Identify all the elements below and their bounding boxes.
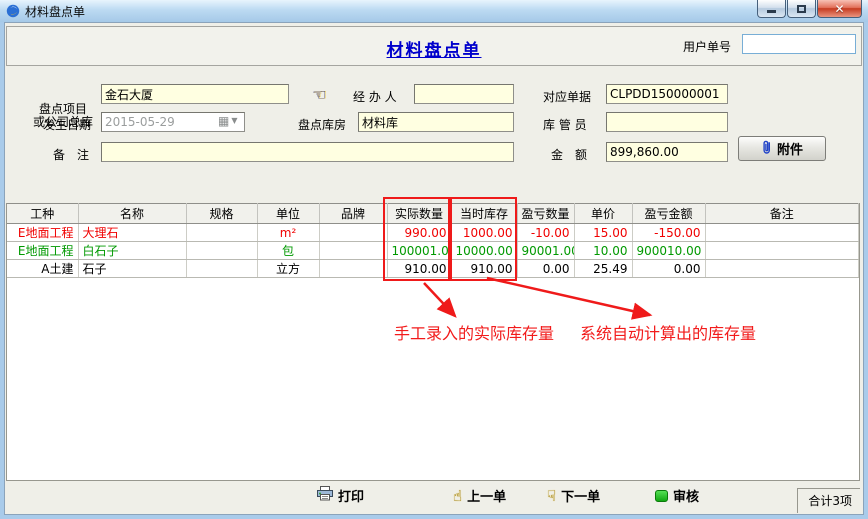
close-button[interactable]: ✕ [817, 0, 862, 18]
cell-spec[interactable] [186, 260, 257, 278]
cell-actual-qty[interactable]: 910.00 [387, 260, 451, 278]
warehouse-input[interactable] [358, 112, 514, 132]
table-header-row: 工种 名称 规格 单位 品牌 实际数量 当时库存 盈亏数量 单价 盈亏金额 备注 [7, 204, 859, 224]
cell-price[interactable]: 25.49 [574, 260, 632, 278]
col-header[interactable]: 规格 [186, 204, 257, 224]
cell-diff-amount[interactable]: 0.00 [632, 260, 705, 278]
col-header[interactable]: 单位 [257, 204, 319, 224]
calendar-icon: ▦ [218, 115, 229, 127]
cell-remark[interactable] [705, 242, 859, 260]
minimize-icon [767, 10, 776, 13]
col-header[interactable]: 名称 [78, 204, 186, 224]
cell-remark[interactable] [705, 224, 859, 242]
operator-input[interactable] [414, 84, 514, 104]
remark-input[interactable] [101, 142, 514, 162]
warehouse-label: 盘点库房 [298, 116, 346, 133]
minimize-button[interactable] [757, 0, 786, 18]
maximize-button[interactable] [787, 0, 816, 18]
table-row[interactable]: A土建 石子 立方 910.00 910.00 0.00 25.49 0.00 [7, 260, 859, 278]
date-label: 发生日期 [43, 116, 91, 133]
col-header[interactable]: 盈亏金额 [632, 204, 705, 224]
audit-button[interactable]: 审核 [655, 486, 699, 505]
col-header[interactable]: 盈亏数量 [517, 204, 574, 224]
cell-name[interactable]: 石子 [78, 260, 186, 278]
user-no-label: 用户单号 [683, 38, 731, 55]
cell-price[interactable]: 15.00 [574, 224, 632, 242]
cell-unit[interactable]: 包 [257, 242, 319, 260]
cell-actual-qty[interactable]: 990.00 [387, 224, 451, 242]
audit-button-label: 审核 [673, 486, 699, 505]
cell-name[interactable]: 白石子 [78, 242, 186, 260]
cell-stock-qty[interactable]: 910.00 [451, 260, 517, 278]
cell-diff-qty[interactable]: -10.00 [517, 224, 574, 242]
amount-label: 金 额 [551, 146, 587, 163]
attachment-button-label: 附件 [777, 139, 803, 158]
col-header-stock-qty[interactable]: 当时库存 [451, 204, 517, 224]
ref-doc-label: 对应单据 [543, 88, 591, 105]
paperclip-icon [761, 139, 772, 159]
table-row[interactable]: E地面工程 大理石 m² 990.00 1000.00 -10.00 15.00… [7, 224, 859, 242]
chevron-down-icon: ▼ [231, 117, 237, 125]
cell-price[interactable]: 10.00 [574, 242, 632, 260]
cell-worktype[interactable]: E地面工程 [7, 242, 78, 260]
cell-brand[interactable] [319, 260, 387, 278]
ref-doc-input[interactable] [606, 84, 728, 104]
col-header[interactable]: 备注 [705, 204, 859, 224]
cell-actual-qty[interactable]: 100001.00 [387, 242, 451, 260]
cell-diff-qty[interactable]: 0.00 [517, 260, 574, 278]
attachment-button[interactable]: 附件 [738, 136, 826, 161]
audit-status-icon [655, 490, 668, 502]
cell-brand[interactable] [319, 224, 387, 242]
cell-diff-qty[interactable]: 90001.00 [517, 242, 574, 260]
cell-remark[interactable] [705, 260, 859, 278]
col-header[interactable]: 工种 [7, 204, 78, 224]
operator-label: 经 办 人 [353, 88, 397, 105]
cell-spec[interactable] [186, 242, 257, 260]
cell-unit[interactable]: m² [257, 224, 319, 242]
app-icon [6, 4, 20, 18]
app-window: 材料盘点单 ✕ 材料盘点单 用户单号 盘点项目或公司总库 ☜ 经 办 人 对应单… [0, 0, 868, 519]
next-doc-button[interactable]: ☟ 下一单 [547, 486, 600, 505]
cell-spec[interactable] [186, 224, 257, 242]
table-row[interactable]: E地面工程 白石子 包 100001.00 10000.00 90001.00 … [7, 242, 859, 260]
project-input[interactable] [101, 84, 289, 104]
close-icon: ✕ [834, 2, 844, 16]
col-header[interactable]: 单价 [574, 204, 632, 224]
amount-input[interactable] [606, 142, 728, 162]
manual-entry-note: 手工录入的实际库存量 [394, 320, 554, 344]
print-button[interactable]: 打印 [317, 486, 364, 505]
hand-up-icon: ☝ [453, 487, 462, 505]
printer-icon [317, 486, 333, 505]
cell-brand[interactable] [319, 242, 387, 260]
cell-worktype[interactable]: A土建 [7, 260, 78, 278]
cell-name[interactable]: 大理石 [78, 224, 186, 242]
cell-diff-amount[interactable]: 900010.00 [632, 242, 705, 260]
keeper-label: 库 管 员 [543, 116, 587, 133]
remark-label: 备 注 [53, 146, 89, 163]
prev-doc-button[interactable]: ☝ 上一单 [453, 486, 506, 505]
maximize-icon [797, 5, 806, 13]
bottom-toolbar: 打印 ☝ 上一单 ☟ 下一单 审核 合计3项 [6, 480, 860, 513]
cell-stock-qty[interactable]: 10000.00 [451, 242, 517, 260]
auto-calc-note: 系统自动计算出的库存量 [580, 320, 756, 344]
col-header-actual-qty[interactable]: 实际数量 [387, 204, 451, 224]
prev-doc-label: 上一单 [467, 486, 506, 505]
cell-unit[interactable]: 立方 [257, 260, 319, 278]
status-total-items: 合计3项 [797, 488, 860, 513]
print-button-label: 打印 [338, 486, 364, 505]
cell-worktype[interactable]: E地面工程 [7, 224, 78, 242]
keeper-input[interactable] [606, 112, 728, 132]
hand-down-icon: ☟ [547, 487, 556, 505]
cell-stock-qty[interactable]: 1000.00 [451, 224, 517, 242]
user-no-input[interactable] [742, 34, 856, 54]
inventory-table: 工种 名称 规格 单位 品牌 实际数量 当时库存 盈亏数量 单价 盈亏金额 备注… [7, 203, 859, 278]
col-header[interactable]: 品牌 [319, 204, 387, 224]
page-title: 材料盘点单 [0, 36, 868, 61]
window-title: 材料盘点单 [25, 3, 85, 20]
cell-diff-amount[interactable]: -150.00 [632, 224, 705, 242]
date-picker-control[interactable]: ▦ ▼ [218, 115, 238, 127]
select-hand-icon[interactable]: ☜ [312, 85, 326, 104]
title-bar: 材料盘点单 ✕ [0, 0, 868, 22]
next-doc-label: 下一单 [561, 486, 600, 505]
